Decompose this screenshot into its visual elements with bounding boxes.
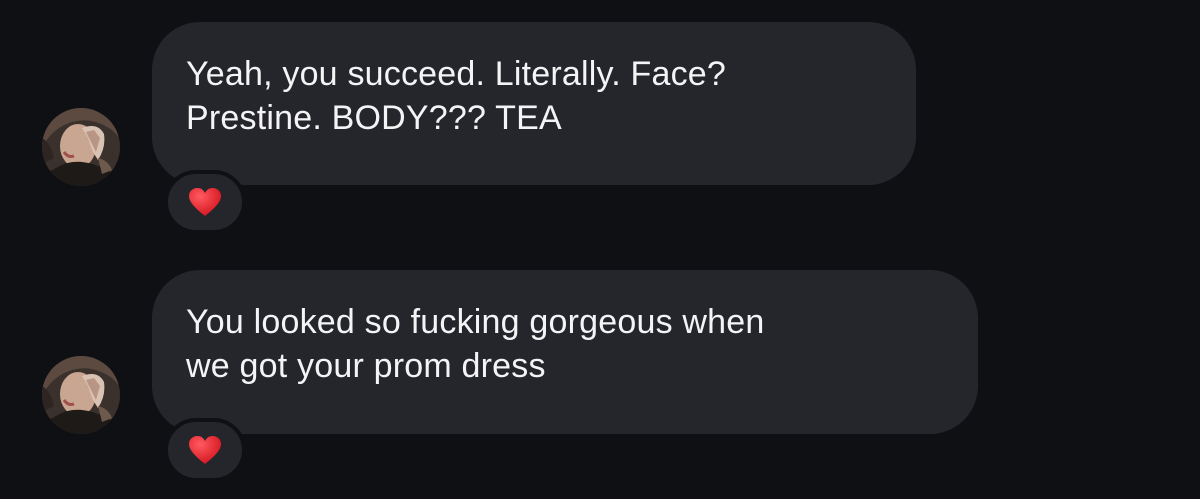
message-text-line: Yeah, you succeed. Literally. Face? (186, 55, 726, 93)
message-text-line: we got your prom dress (186, 347, 546, 385)
red-heart-icon (189, 188, 221, 216)
message-text-line: You looked so fucking gorgeous when (186, 303, 765, 341)
sender-avatar[interactable] (42, 356, 120, 434)
reaction-badge[interactable] (164, 170, 246, 234)
sender-avatar[interactable] (42, 108, 120, 186)
message-bubble[interactable]: You looked so fucking gorgeous when we g… (152, 270, 978, 434)
red-heart-icon (189, 436, 221, 464)
message-bubble[interactable]: Yeah, you succeed. Literally. Face? Pres… (152, 22, 916, 185)
reaction-badge[interactable] (164, 418, 246, 482)
message-text-line: Prestine. BODY??? TEA (186, 99, 562, 137)
message-thread: Yeah, you succeed. Literally. Face? Pres… (0, 0, 1200, 499)
